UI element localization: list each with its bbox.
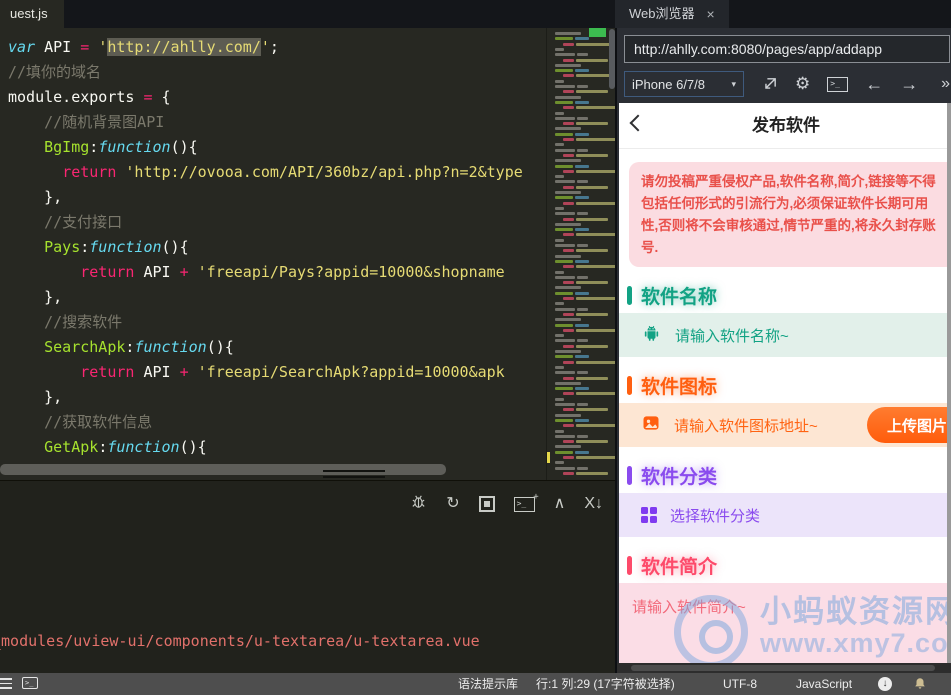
terminal-icon[interactable]: >_ — [827, 76, 849, 92]
update-icon[interactable]: ↓ — [878, 677, 892, 691]
app-icon-placeholder: 请输入软件图标地址~ — [674, 417, 818, 435]
section-title-name: 软件名称 — [627, 284, 951, 308]
more-tools-icon[interactable]: » — [941, 75, 950, 93]
status-bar: >_ 语法提示库 行:1 列:29 (17字符被选择) UTF-8 JavaSc… — [0, 673, 951, 695]
encoding-status[interactable]: UTF-8 — [723, 673, 757, 695]
device-select[interactable]: iPhone 6/7/8 ▾ — [624, 71, 744, 97]
collapse-panel-icon[interactable]: ∧ — [554, 496, 566, 512]
console-panel: ↻ >_ + ∧ X↓ _modules/uview-ui/components/… — [0, 480, 615, 674]
code-editor[interactable]: var API = 'http://ahlly.com/'; //填你的域名 mod… — [0, 28, 546, 480]
menu-icon[interactable] — [0, 678, 12, 692]
tab-request-js[interactable]: uest.js — [0, 0, 64, 28]
hbuilderx-window: uest.js Web浏览器 × var API = 'http://ahlly… — [0, 0, 951, 695]
section-bar — [627, 465, 632, 485]
new-terminal-icon[interactable]: >_ + — [513, 492, 539, 512]
code-line: //随机背景图API — [8, 113, 165, 131]
device-select-value: iPhone 6/7/8 — [632, 76, 706, 92]
code-line: }, — [8, 188, 63, 206]
section-title-category: 软件分类 — [627, 464, 951, 488]
open-external-icon[interactable] — [761, 76, 778, 93]
code-line: return 'http://ovooa.com/API/360bz/api.p… — [62, 163, 523, 181]
language-status[interactable]: JavaScript — [796, 673, 852, 695]
android-icon — [641, 323, 662, 348]
code-line: GetApk:function(){ — [44, 438, 207, 456]
preview-vertical-scrollbar[interactable] — [947, 103, 951, 663]
cursor-position-status[interactable]: 行:1 列:29 (17字符被选择) — [536, 673, 675, 695]
intro-placeholder: 请输入软件简介~ — [632, 599, 746, 617]
code-line: return API + 'freeapi/Pays?appid=10000&s… — [80, 263, 505, 281]
minimap-selection-marker — [589, 28, 606, 37]
code-line: //获取软件信息 — [8, 413, 153, 431]
preview-horizontal-scrollbar[interactable] — [617, 663, 951, 673]
forward-arrow-icon[interactable]: → — [900, 74, 918, 95]
intro-textarea[interactable]: 请输入软件简介~ — [619, 583, 951, 663]
browser-toolbar: iPhone 6/7/8 ▾ ⚙ >_ ← → » — [624, 70, 950, 98]
image-icon — [641, 413, 661, 437]
clear-console-icon[interactable]: X↓ — [584, 496, 603, 512]
code-line: //填你的域名 — [8, 63, 102, 81]
app-name-placeholder: 请输入软件名称~ — [675, 327, 789, 345]
code-line: return API + 'freeapi/SearchApk?appid=10… — [80, 363, 505, 381]
stop-icon[interactable] — [478, 496, 495, 512]
debug-bug-icon[interactable] — [410, 493, 427, 515]
section-title-icon: 软件图标 — [627, 374, 951, 398]
section-title-intro: 软件简介 — [627, 554, 951, 578]
code-line: }, — [8, 288, 63, 306]
page-header: 发布软件 — [619, 103, 951, 149]
gear-icon[interactable]: ⚙ — [795, 74, 810, 94]
code-line: module.exports = { — [8, 88, 171, 106]
app-name-input[interactable]: 请输入软件名称~ — [619, 313, 951, 358]
section-bar — [627, 555, 632, 575]
editor-minimap[interactable] — [546, 28, 620, 480]
bell-icon[interactable] — [913, 676, 927, 695]
category-select[interactable]: 选择软件分类 — [619, 493, 951, 538]
phone-preview: 发布软件 请勿投稿严重侵权产品,软件名称,简介,链接等不得包括任何形式的引流行为… — [619, 103, 951, 663]
notice-banner: 请勿投稿严重侵权产品,软件名称,简介,链接等不得包括任何形式的引流行为,必须保证… — [629, 162, 951, 268]
tab-web-browser-label: Web浏览器 — [629, 6, 695, 21]
code-line: SearchApk:function(){ — [44, 338, 234, 356]
syntax-hint-status[interactable]: 语法提示库 — [458, 673, 518, 695]
tab-web-browser[interactable]: Web浏览器 × — [615, 0, 729, 28]
chevron-down-icon: ▾ — [731, 78, 736, 89]
console-toolbar: ↻ >_ + ∧ X↓ — [410, 492, 603, 515]
code-line: BgImg:function(){ — [44, 138, 198, 156]
upload-image-button[interactable]: 上传图片 — [867, 407, 951, 444]
code-line: //搜索软件 — [8, 313, 123, 331]
category-placeholder: 选择软件分类 — [670, 507, 761, 525]
minimap-cursor-mark — [547, 452, 550, 463]
splitter-handle[interactable] — [323, 466, 385, 478]
section-bar — [627, 375, 632, 395]
page-title: 发布软件 — [752, 116, 820, 135]
console-output-line[interactable]: _modules/uview-ui/components/u-textarea/… — [0, 628, 480, 654]
terminal-status-icon[interactable]: >_ — [22, 677, 38, 689]
back-arrow-icon[interactable]: ← — [865, 74, 883, 95]
app-icon-input[interactable]: 请输入软件图标地址~ 上传图片 — [619, 403, 951, 448]
url-input[interactable]: http://ahlly.com:8080/pages/app/addapp — [624, 35, 950, 63]
grid-icon — [641, 507, 657, 524]
code-line: //支付接口 — [8, 213, 123, 231]
web-browser-panel: http://ahlly.com:8080/pages/app/addapp i… — [615, 28, 951, 673]
code-line: Pays:function(){ — [44, 238, 189, 256]
tab-bar: uest.js Web浏览器 × — [0, 0, 951, 28]
tab-request-js-label: uest.js — [10, 6, 48, 21]
restart-icon[interactable]: ↻ — [446, 496, 459, 512]
code-lines: var API = 'http://ahlly.com/'; //填你的域名 mod… — [8, 35, 523, 460]
code-line: }, — [8, 388, 63, 406]
code-line: var API = 'http://ahlly.com/'; — [8, 38, 279, 56]
close-icon[interactable]: × — [707, 0, 715, 28]
section-bar — [627, 285, 632, 305]
